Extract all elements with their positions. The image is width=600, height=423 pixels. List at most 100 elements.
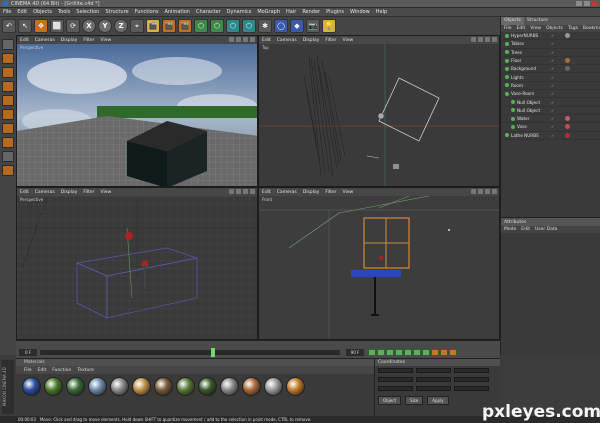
tag-icon[interactable]: ◆	[290, 19, 304, 33]
start-frame-field[interactable]: 0 F	[19, 349, 37, 356]
menu-view[interactable]: View	[100, 190, 111, 195]
visibility-check-icon[interactable]: ✓	[551, 91, 554, 96]
menu-edit[interactable]: Edit	[17, 9, 27, 15]
rotate-view-icon[interactable]	[485, 37, 490, 42]
cube-icon[interactable]: ⬡	[194, 19, 208, 33]
menu-display[interactable]: Display	[61, 38, 78, 43]
model-mode-icon[interactable]	[2, 53, 14, 64]
zoom-view-icon[interactable]	[478, 189, 483, 194]
object-row[interactable]: Null Object ✓	[501, 107, 600, 115]
toggle-view-icon[interactable]	[250, 189, 255, 194]
environment-icon[interactable]: ◯	[274, 19, 288, 33]
texture-mode-icon[interactable]	[2, 81, 14, 92]
object-row[interactable]: Lights ✓	[501, 73, 600, 82]
objects-menu-edit[interactable]: Edit	[517, 26, 526, 31]
menu-help[interactable]: Help	[376, 9, 387, 15]
object-row[interactable]: Trees ✓	[501, 49, 600, 57]
rotate-view-icon[interactable]	[485, 189, 490, 194]
points-mode-icon[interactable]	[2, 95, 14, 106]
material-tag-icon[interactable]	[565, 33, 570, 39]
object-row[interactable]: Vase ✓	[501, 123, 600, 132]
menu-window[interactable]: Window	[350, 9, 370, 15]
visibility-check-icon[interactable]: ✓	[551, 100, 554, 105]
menu-render[interactable]: Render	[302, 9, 320, 15]
autokey-icon[interactable]	[440, 349, 448, 356]
move-view-icon[interactable]	[229, 189, 234, 194]
material-swatch[interactable]	[264, 377, 283, 396]
material-swatch[interactable]	[286, 377, 305, 396]
make-editable-icon[interactable]	[2, 39, 14, 50]
visibility-check-icon[interactable]: ✓	[551, 124, 554, 129]
move-view-icon[interactable]	[471, 189, 476, 194]
menu-structure[interactable]: Structure	[105, 9, 128, 15]
tab-objects[interactable]: Objects	[501, 17, 525, 25]
play-icon[interactable]	[395, 349, 403, 356]
menu-display[interactable]: Display	[303, 190, 320, 195]
axis-mode-icon[interactable]	[2, 137, 14, 148]
viewport-perspective-bottom[interactable]: Edit Cameras Display Filter View Perspec…	[16, 187, 258, 340]
coord-size-dropdown[interactable]: Size	[405, 396, 424, 405]
render-picture-viewer-icon[interactable]: 🎬	[162, 19, 176, 33]
menu-edit[interactable]: Edit	[20, 38, 29, 43]
menu-view[interactable]: View	[342, 38, 353, 43]
menu-edit[interactable]: Edit	[20, 190, 29, 195]
x-axis-icon[interactable]: X	[82, 19, 96, 33]
array-icon[interactable]: ⬡	[226, 19, 240, 33]
toggle-view-icon[interactable]	[492, 37, 497, 42]
material-swatch[interactable]	[154, 377, 173, 396]
menu-edit[interactable]: Edit	[262, 190, 271, 195]
material-swatch[interactable]	[132, 377, 151, 396]
record-icon[interactable]	[431, 349, 439, 356]
object-row[interactable]: Water ✓	[501, 115, 600, 124]
rotate-icon[interactable]: ⟳	[66, 19, 80, 33]
menu-view[interactable]: View	[100, 38, 111, 43]
menu-display[interactable]: Display	[61, 190, 78, 195]
material-tag-icon[interactable]	[565, 58, 570, 64]
menu-cameras[interactable]: Cameras	[35, 38, 55, 43]
object-mode-icon[interactable]	[2, 67, 14, 78]
prev-key-icon[interactable]	[377, 349, 385, 356]
object-row[interactable]: Vase-Room ✓	[501, 90, 600, 99]
size-z-field[interactable]	[416, 386, 451, 391]
visibility-check-icon[interactable]: ✓	[551, 108, 554, 113]
object-row[interactable]: Room ✓	[501, 82, 600, 91]
menu-mograph[interactable]: MoGraph	[257, 9, 280, 15]
size-y-field[interactable]	[416, 377, 451, 382]
menu-objects[interactable]: Objects	[33, 9, 52, 15]
tweak-mode-icon[interactable]	[2, 151, 14, 162]
prev-frame-icon[interactable]	[386, 349, 394, 356]
material-tag-icon[interactable]	[565, 124, 570, 130]
object-row[interactable]: HyperNURBS ✓	[501, 32, 600, 41]
move-view-icon[interactable]	[471, 37, 476, 42]
object-row[interactable]: Null Object ✓	[501, 98, 600, 107]
visibility-check-icon[interactable]: ✓	[551, 41, 554, 46]
visibility-check-icon[interactable]: ✓	[551, 133, 554, 138]
material-tag-icon[interactable]	[565, 132, 570, 138]
visibility-check-icon[interactable]: ✓	[551, 75, 554, 80]
object-row[interactable]: Background ✓	[501, 65, 600, 74]
menu-animation[interactable]: Animation	[164, 9, 190, 15]
edges-mode-icon[interactable]	[2, 109, 14, 120]
menu-selection[interactable]: Selection	[76, 9, 99, 15]
material-swatch[interactable]	[220, 377, 239, 396]
size-x-field[interactable]	[416, 368, 451, 373]
visibility-check-icon[interactable]: ✓	[551, 58, 554, 63]
menu-cameras[interactable]: Cameras	[277, 38, 297, 43]
menu-cameras[interactable]: Cameras	[277, 190, 297, 195]
toggle-view-icon[interactable]	[492, 189, 497, 194]
scale-icon[interactable]: ⬜	[50, 19, 64, 33]
rot-p-field[interactable]	[454, 377, 489, 382]
keyframe-selection-icon[interactable]	[449, 349, 457, 356]
menu-file[interactable]: File	[3, 9, 11, 15]
menu-plugins[interactable]: Plugins	[326, 9, 344, 15]
material-swatch[interactable]	[22, 377, 41, 396]
rotate-view-icon[interactable]	[243, 189, 248, 194]
material-swatch[interactable]	[242, 377, 261, 396]
render-settings-icon[interactable]: 🎬	[178, 19, 192, 33]
polygons-mode-icon[interactable]	[2, 123, 14, 134]
menu-filter[interactable]: Filter	[83, 38, 94, 43]
objects-menu-file[interactable]: File	[504, 26, 512, 31]
camera-icon[interactable]: 📷	[306, 19, 320, 33]
timeline-scrubber[interactable]	[40, 348, 340, 357]
menu-cameras[interactable]: Cameras	[35, 190, 55, 195]
